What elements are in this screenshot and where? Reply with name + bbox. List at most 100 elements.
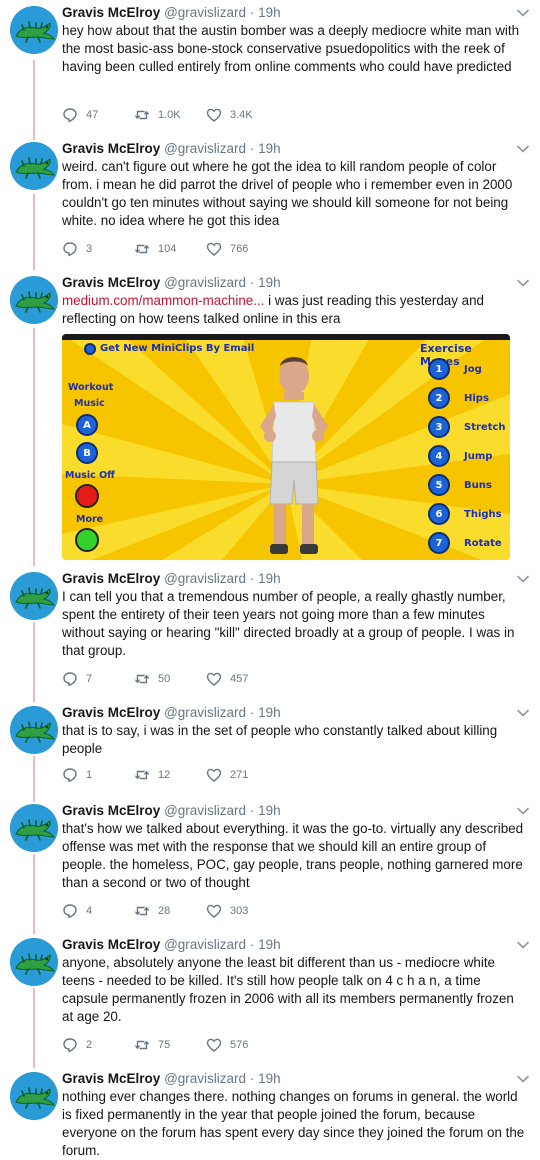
author-name[interactable]: Gravis McElroy [62, 705, 160, 720]
reply-button[interactable]: 3 [62, 240, 92, 258]
music-a-button[interactable]: A [76, 414, 98, 436]
author-name[interactable]: Gravis McElroy [62, 937, 160, 952]
author-name[interactable]: Gravis McElroy [62, 1071, 160, 1086]
move-7-label[interactable]: Rotate [464, 538, 502, 549]
music-off-label: Music Off [65, 470, 115, 481]
avatar[interactable] [10, 706, 58, 754]
tweet-header: Gravis McElroy @gravislizard · 19h [62, 704, 530, 722]
author-name[interactable]: Gravis McElroy [62, 275, 160, 290]
separator: · [249, 937, 255, 952]
move-2-label[interactable]: Hips [464, 393, 489, 404]
tweet[interactable]: Gravis McElroy @gravislizard · 19h nothi… [0, 1066, 540, 1160]
tweet-text: that is to say, i was in the set of peop… [62, 723, 498, 756]
retweet-button[interactable]: 1.0K [134, 106, 181, 124]
like-button[interactable]: 3.4K [206, 106, 253, 124]
reply-button[interactable]: 2 [62, 1036, 92, 1054]
author-handle[interactable]: @gravislizard [164, 803, 246, 818]
avatar[interactable] [10, 572, 58, 620]
move-2-button[interactable]: 2 [428, 387, 450, 409]
timestamp[interactable]: 19h [258, 937, 281, 952]
tweet[interactable]: Gravis McElroy @gravislizard · 19h that … [0, 700, 540, 796]
avatar[interactable] [10, 6, 58, 54]
tweet[interactable]: Gravis McElroy @gravislizard · 19h I can… [0, 566, 540, 698]
separator: · [249, 275, 255, 290]
reply-button[interactable]: 7 [62, 670, 92, 688]
retweet-button[interactable]: 50 [134, 670, 170, 688]
separator: · [249, 705, 255, 720]
lizard-avatar-icon [10, 572, 58, 620]
email-signup-label[interactable]: Get New MiniClips By Email [100, 343, 254, 354]
author-handle[interactable]: @gravislizard [164, 5, 246, 20]
tweet-link[interactable]: medium.com/mammon-machine... [62, 293, 264, 308]
move-3-label[interactable]: Stretch [464, 422, 506, 433]
avatar[interactable] [10, 142, 58, 190]
avatar[interactable] [10, 938, 58, 986]
timestamp[interactable]: 19h [258, 141, 281, 156]
timestamp[interactable]: 19h [258, 1071, 281, 1086]
music-b-button[interactable]: B [76, 442, 98, 464]
tweet[interactable]: Gravis McElroy @gravislizard · 19h weird… [0, 136, 540, 268]
author-name[interactable]: Gravis McElroy [62, 141, 160, 156]
chevron-down-icon[interactable] [516, 1074, 530, 1084]
author-handle[interactable]: @gravislizard [164, 937, 246, 952]
timestamp[interactable]: 19h [258, 571, 281, 586]
more-button[interactable] [75, 528, 99, 552]
chevron-down-icon[interactable] [516, 940, 530, 950]
move-1-label[interactable]: Jog [464, 364, 482, 375]
like-button[interactable]: 576 [206, 1036, 248, 1054]
chevron-down-icon[interactable] [516, 278, 530, 288]
move-4-label[interactable]: Jump [464, 451, 492, 462]
move-3-button[interactable]: 3 [428, 416, 450, 438]
author-handle[interactable]: @gravislizard [164, 571, 246, 586]
like-count: 303 [230, 905, 249, 917]
move-4-button[interactable]: 4 [428, 445, 450, 467]
reply-count: 1 [86, 769, 93, 781]
timestamp[interactable]: 19h [258, 705, 281, 720]
tweet-media-image[interactable]: Get New MiniClips By Email Exercise Move… [62, 334, 510, 560]
lizard-avatar-icon [10, 142, 58, 190]
retweet-button[interactable]: 75 [134, 1036, 170, 1054]
like-button[interactable]: 271 [206, 766, 248, 784]
tweet-text: I can tell you that a tremendous number … [62, 589, 515, 658]
retweet-button[interactable]: 28 [134, 902, 170, 920]
author-handle[interactable]: @gravislizard [164, 705, 246, 720]
move-6-button[interactable]: 6 [428, 503, 450, 525]
move-7-button[interactable]: 7 [428, 532, 450, 554]
move-6-label[interactable]: Thighs [464, 509, 502, 520]
author-name[interactable]: Gravis McElroy [62, 5, 160, 20]
avatar[interactable] [10, 1072, 58, 1120]
reply-button[interactable]: 47 [62, 106, 98, 124]
tweet[interactable]: Gravis McElroy @gravislizard · 19h anyon… [0, 932, 540, 1064]
timestamp[interactable]: 19h [258, 275, 281, 290]
like-button[interactable]: 303 [206, 902, 248, 920]
reply-button[interactable]: 1 [62, 766, 92, 784]
chevron-down-icon[interactable] [516, 806, 530, 816]
avatar[interactable] [10, 276, 58, 324]
author-handle[interactable]: @gravislizard [164, 1071, 246, 1086]
tweet-header: Gravis McElroy @gravislizard · 19h [62, 274, 530, 292]
music-off-button[interactable] [75, 484, 99, 508]
avatar[interactable] [10, 804, 58, 852]
separator: · [249, 1071, 255, 1086]
author-name[interactable]: Gravis McElroy [62, 803, 160, 818]
move-5-button[interactable]: 5 [428, 474, 450, 496]
like-button[interactable]: 457 [206, 670, 248, 688]
author-handle[interactable]: @gravislizard [164, 275, 246, 290]
retweet-button[interactable]: 104 [134, 240, 176, 258]
timestamp[interactable]: 19h [258, 803, 281, 818]
move-1-button[interactable]: 1 [428, 358, 450, 380]
move-5-label[interactable]: Buns [464, 480, 492, 491]
timestamp[interactable]: 19h [258, 5, 281, 20]
tweet[interactable]: Gravis McElroy @gravislizard · 19h that'… [0, 798, 540, 930]
author-name[interactable]: Gravis McElroy [62, 571, 160, 586]
reply-button[interactable]: 4 [62, 902, 92, 920]
chevron-down-icon[interactable] [516, 574, 530, 584]
email-radio-icon[interactable] [84, 343, 96, 355]
author-handle[interactable]: @gravislizard [164, 141, 246, 156]
tweet[interactable]: Gravis McElroy @gravislizard · 19h hey h… [0, 0, 540, 134]
retweet-button[interactable]: 12 [134, 766, 170, 784]
chevron-down-icon[interactable] [516, 144, 530, 154]
chevron-down-icon[interactable] [516, 708, 530, 718]
like-button[interactable]: 766 [206, 240, 248, 258]
chevron-down-icon[interactable] [516, 8, 530, 18]
